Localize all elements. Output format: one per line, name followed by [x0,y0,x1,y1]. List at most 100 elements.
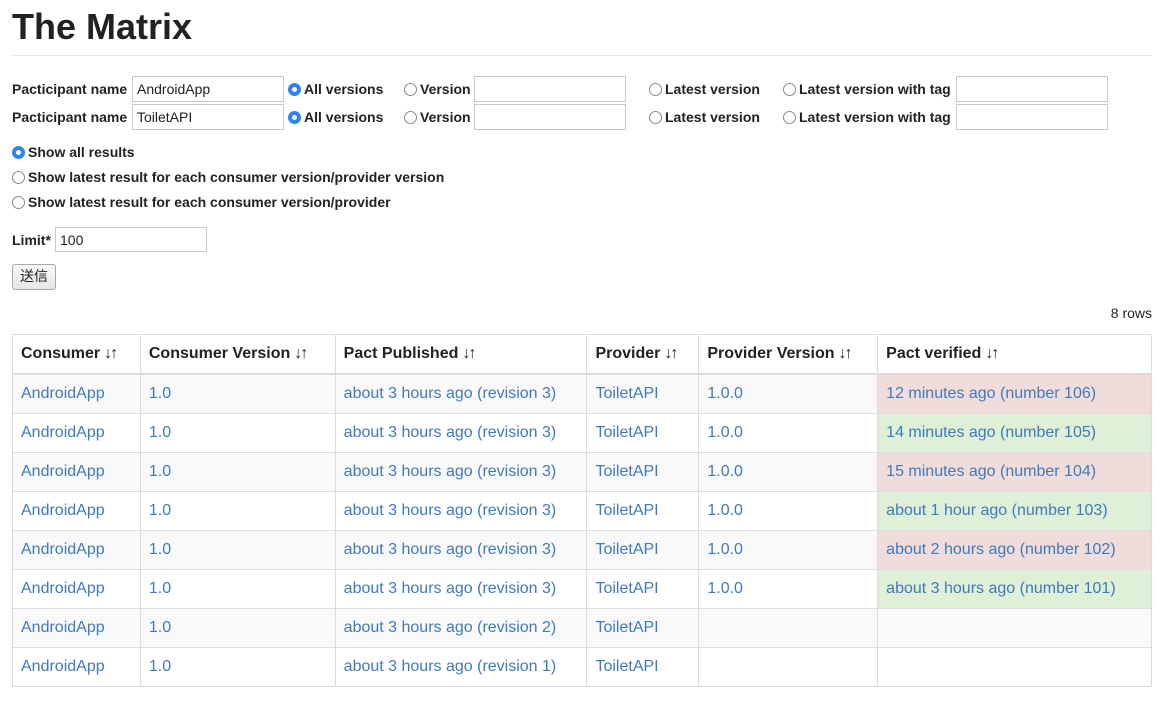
pact-verified-link[interactable]: 14 minutes ago (number 105) [886,424,1096,441]
sort-icon[interactable]: ↓↑ [294,345,308,362]
table-cell-consumer-version: 1.0 [139,647,336,687]
limit-row: Limit* [12,227,1132,253]
consumer-link[interactable]: AndroidApp [21,385,105,402]
consumer-link[interactable]: AndroidApp [21,463,105,480]
latest-each-consumer-provider-radio[interactable] [12,196,25,209]
header-pact-verified[interactable]: Pact verified ↓↑ [877,334,1152,375]
header-pact-published[interactable]: Pact Published ↓↑ [334,334,588,375]
all-versions-radio[interactable] [288,111,301,124]
consumer-link[interactable]: AndroidApp [21,424,105,441]
latest-version-radio[interactable] [649,111,662,124]
version-label: Version [420,81,471,97]
table-cell-pact-published: about 3 hours ago (revision 3) [334,373,588,414]
submit-button[interactable]: 送信 [12,264,56,290]
pact-published-link[interactable]: about 3 hours ago (revision 3) [344,463,557,480]
pact-published-link[interactable]: about 3 hours ago (revision 3) [344,541,557,558]
provider-version-link[interactable]: 1.0.0 [707,541,743,558]
pact-verified-link[interactable]: 15 minutes ago (number 104) [886,463,1096,480]
consumer-link[interactable]: AndroidApp [21,580,105,597]
table-cell-pact-published: about 3 hours ago (revision 3) [334,413,588,453]
table-row: AndroidApp 1.0 about 3 hours ago (revision… [12,452,1152,492]
pact-published-link[interactable]: about 3 hours ago (revision 3) [344,580,557,597]
header-consumer-version[interactable]: Consumer Version ↓↑ [139,334,336,375]
limit-label: Limit* [12,232,51,248]
latest-version-with-tag-radio[interactable] [783,83,796,96]
table-cell-provider: ToiletAPI [586,530,700,570]
pacticipant-name-label: Pacticipant name [12,81,128,97]
sort-icon[interactable]: ↓↑ [664,345,678,362]
provider-link[interactable]: ToiletAPI [595,385,658,402]
sort-icon[interactable]: ↓↑ [985,345,999,362]
latest-version-label: Latest version [665,81,760,97]
consumer-version-link[interactable]: 1.0 [149,658,171,675]
header-consumer[interactable]: Consumer ↓↑ [12,334,141,375]
provider-version-link[interactable]: 1.0.0 [707,502,743,519]
consumer-link[interactable]: AndroidApp [21,658,105,675]
version-radio[interactable] [404,83,417,96]
consumer-version-link[interactable]: 1.0 [149,463,171,480]
pacticipant-name-input[interactable] [132,76,284,102]
pact-published-link[interactable]: about 3 hours ago (revision 3) [344,502,557,519]
latest-version-with-tag-radio[interactable] [783,111,796,124]
provider-version-link[interactable]: 1.0.0 [707,580,743,597]
version-radio[interactable] [404,111,417,124]
pact-verified-link[interactable]: about 3 hours ago (number 101) [886,580,1115,597]
table-cell-provider: ToiletAPI [586,608,700,648]
pact-verified-link[interactable]: about 2 hours ago (number 102) [886,541,1115,558]
provider-link[interactable]: ToiletAPI [595,658,658,675]
consumer-link[interactable]: AndroidApp [21,619,105,636]
provider-link[interactable]: ToiletAPI [595,541,658,558]
pact-published-link[interactable]: about 3 hours ago (revision 2) [344,619,557,636]
consumer-version-link[interactable]: 1.0 [149,580,171,597]
consumer-version-link[interactable]: 1.0 [149,385,171,402]
table-row: AndroidApp 1.0 about 3 hours ago (revision… [12,530,1152,570]
header-label: Provider Version [707,345,835,362]
sort-icon[interactable]: ↓↑ [839,345,853,362]
sort-icon[interactable]: ↓↑ [462,345,476,362]
table-cell-provider: ToiletAPI [586,452,700,492]
version-input[interactable] [474,104,626,130]
consumer-link[interactable]: AndroidApp [21,541,105,558]
provider-link[interactable]: ToiletAPI [595,619,658,636]
provider-link[interactable]: ToiletAPI [595,580,658,597]
provider-link[interactable]: ToiletAPI [595,502,658,519]
consumer-version-link[interactable]: 1.0 [149,541,171,558]
consumer-version-link[interactable]: 1.0 [149,619,171,636]
provider-version-link[interactable]: 1.0.0 [707,385,743,402]
tag-input[interactable] [956,104,1108,130]
header-label: Pact Published [343,345,459,362]
table-cell-consumer-version: 1.0 [139,413,336,453]
table-cell-provider: ToiletAPI [586,491,700,531]
consumer-version-link[interactable]: 1.0 [149,424,171,441]
pact-verified-link[interactable]: about 1 hour ago (number 103) [886,502,1107,519]
all-versions-radio[interactable] [288,83,301,96]
version-input[interactable] [474,76,626,102]
consumer-version-link[interactable]: 1.0 [149,502,171,519]
table-row: AndroidApp 1.0 about 3 hours ago (revision… [12,569,1152,609]
latest-version-radio[interactable] [649,83,662,96]
provider-version-link[interactable]: 1.0.0 [707,424,743,441]
show-all-results-radio[interactable] [12,146,25,159]
table-cell-pact-published: about 3 hours ago (revision 3) [334,452,588,492]
consumer-link[interactable]: AndroidApp [21,502,105,519]
header-provider[interactable]: Provider ↓↑ [586,334,700,375]
provider-link[interactable]: ToiletAPI [595,463,658,480]
show-all-results-label: Show all results [28,144,135,160]
pact-published-link[interactable]: about 3 hours ago (revision 1) [344,658,557,675]
provider-version-link[interactable]: 1.0.0 [707,463,743,480]
latest-each-consumer-provider-version-radio[interactable] [12,171,25,184]
sort-icon[interactable]: ↓↑ [104,345,118,362]
header-provider-version[interactable]: Provider Version ↓↑ [698,334,879,375]
rows-count: 8 rows [1110,305,1152,321]
limit-input[interactable] [55,227,207,252]
pacticipant-name-input[interactable] [132,104,284,130]
tag-input[interactable] [956,76,1108,102]
table-cell-pact-verified [877,647,1152,687]
table-cell-provider-version: 1.0.0 [698,530,879,570]
pact-published-link[interactable]: about 3 hours ago (revision 3) [344,424,557,441]
pact-verified-link[interactable]: 12 minutes ago (number 106) [886,385,1096,402]
provider-link[interactable]: ToiletAPI [595,424,658,441]
table-cell-consumer: AndroidApp [12,569,141,609]
page-title: The Matrix [12,6,193,47]
pact-published-link[interactable]: about 3 hours ago (revision 3) [344,385,557,402]
